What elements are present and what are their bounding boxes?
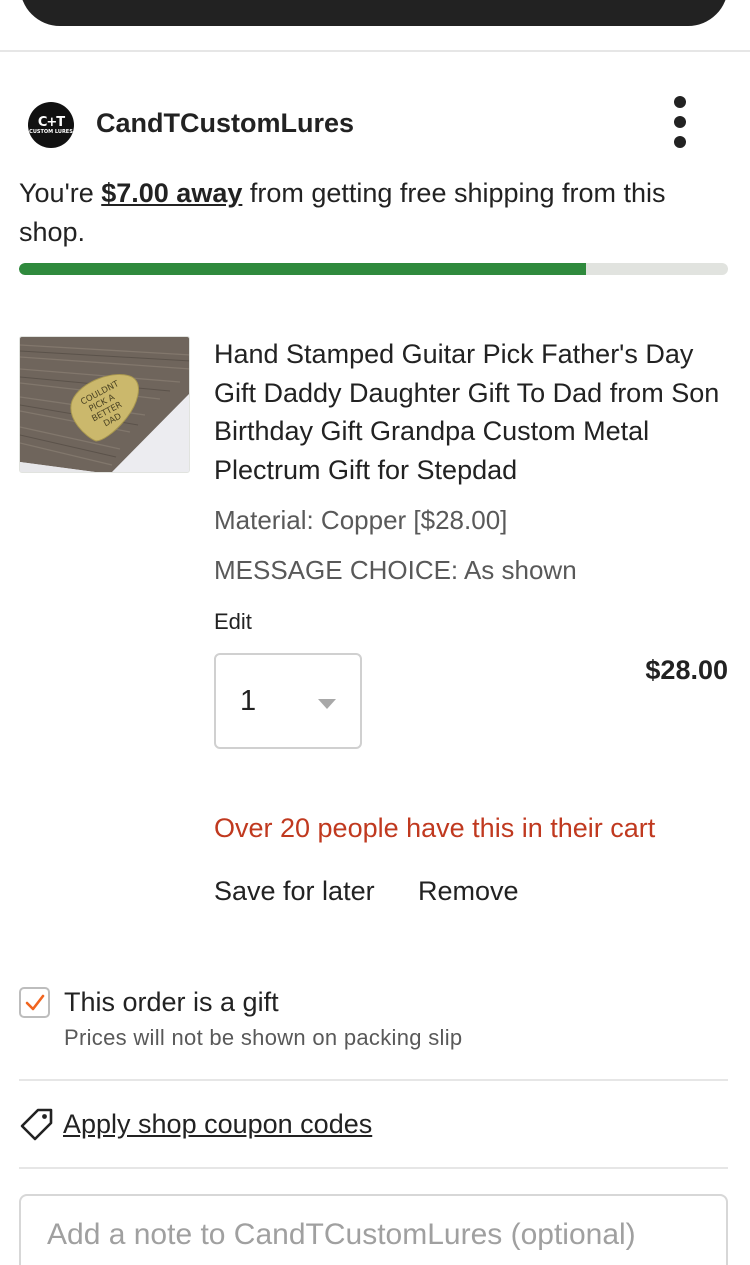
- section-divider: [0, 50, 750, 52]
- free-shipping-message: You're $7.00 away from getting free ship…: [19, 174, 719, 252]
- shop-logo-monogram: C+T: [37, 114, 65, 130]
- tag-icon: [20, 1108, 53, 1141]
- edit-variations-link[interactable]: Edit: [214, 609, 252, 635]
- item-price: $28.00: [645, 655, 728, 685]
- progress-fill: [19, 263, 587, 275]
- apply-coupon-link[interactable]: Apply shop coupon codes: [19, 1106, 372, 1142]
- quantity-value: 1: [240, 685, 257, 717]
- kebab-menu-icon[interactable]: [668, 96, 692, 148]
- remove-button[interactable]: Remove: [418, 876, 519, 907]
- guitar-pick-photo: COULDNT PICK A BETTER DAD: [20, 337, 189, 472]
- chevron-down-icon: [318, 699, 336, 709]
- quantity-select[interactable]: 1: [214, 653, 362, 749]
- shop-name[interactable]: CandTCustomLures: [96, 108, 354, 139]
- section-divider: [19, 1167, 728, 1169]
- save-for-later-button[interactable]: Save for later: [214, 876, 375, 907]
- cart-demand-alert: Over 20 people have this in their cart: [214, 813, 656, 843]
- shop-note-input[interactable]: [19, 1194, 728, 1265]
- shipping-prefix: You're: [19, 178, 102, 208]
- gift-checkbox[interactable]: [19, 987, 50, 1018]
- section-divider: [19, 1079, 728, 1081]
- shop-logo-subtext: CUSTOM LURES: [29, 128, 73, 135]
- item-title-link[interactable]: Hand Stamped Guitar Pick Father's Day Gi…: [214, 335, 734, 489]
- gift-note: Prices will not be shown on packing slip: [64, 1025, 463, 1050]
- shop-header: C+T CUSTOM LURES CandTCustomLures: [28, 96, 728, 148]
- variation-message: MESSAGE CHOICE: As shown: [214, 555, 577, 585]
- shop-logo[interactable]: C+T CUSTOM LURES: [28, 102, 74, 148]
- checkout-button-edge[interactable]: [20, 0, 728, 26]
- free-shipping-progress-bar: [19, 263, 728, 275]
- item-thumbnail[interactable]: COULDNT PICK A BETTER DAD: [19, 336, 190, 473]
- apply-coupon-label: Apply shop coupon codes: [63, 1108, 373, 1139]
- variation-material: Material: Copper [$28.00]: [214, 505, 508, 535]
- shipping-amount-link[interactable]: $7.00 away: [101, 178, 242, 208]
- gift-checkbox-label[interactable]: This order is a gift: [64, 987, 279, 1018]
- checkmark-icon: [25, 994, 45, 1011]
